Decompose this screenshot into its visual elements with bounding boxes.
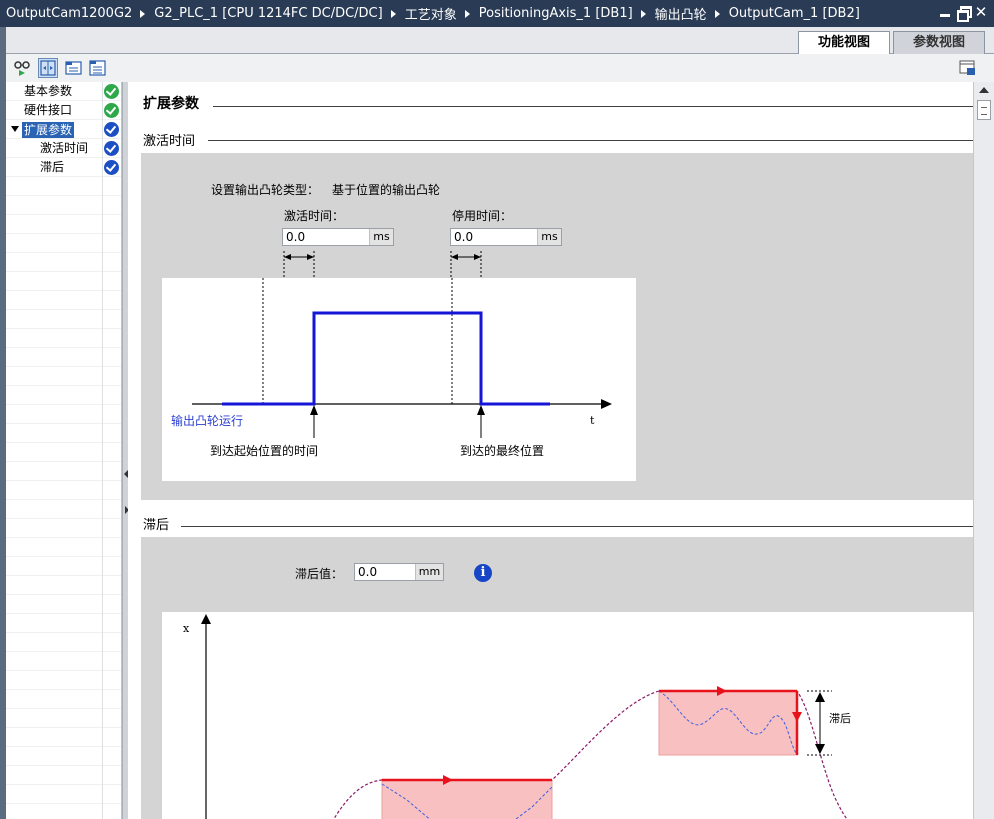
nav-item-label: 滞后 — [40, 160, 65, 174]
nav-item-activation-time[interactable]: 激活时间 — [6, 139, 122, 158]
title-bar: OutputCam1200G2 G2_PLC_1 [CPU 1214FC DC/… — [0, 0, 994, 27]
tab-parameter-view[interactable]: 参数视图 — [893, 31, 985, 54]
breadcrumb-separator-icon — [640, 9, 646, 18]
hysteresis-value-field[interactable]: 0.0 mm — [354, 563, 444, 581]
hysteresis-section-title: 滞后 — [143, 514, 174, 533]
nav-item-label: 硬件接口 — [24, 103, 73, 117]
monitor-glasses-icon[interactable] — [12, 58, 32, 78]
nav-item-label: 基本参数 — [24, 84, 73, 98]
close-icon[interactable]: ✕ — [974, 5, 988, 20]
view-tab-bar: 功能视图 参数视图 — [6, 27, 994, 54]
hysteresis-value-label: 滞后值： — [295, 567, 344, 581]
cam-signal-label: 输出凸轮运行 — [171, 414, 244, 428]
breadcrumb-item[interactable]: PositioningAxis_1 [DB1] — [479, 6, 633, 21]
restore-icon[interactable] — [956, 5, 972, 22]
expand-folder-icon[interactable] — [64, 58, 84, 78]
start-arrow-icon — [310, 405, 318, 415]
chevron-down-icon[interactable] — [11, 126, 19, 132]
nav-item-basic-parameters[interactable]: 基本参数 — [6, 82, 122, 101]
activation-section-title: 激活时间 — [143, 130, 200, 149]
breadcrumb-separator-icon — [714, 9, 720, 18]
navigation-tree: 基本参数 硬件接口 扩展参数 激活时间 滞后 — [6, 82, 122, 819]
status-info-icon — [104, 122, 119, 137]
editor-toolbar — [6, 54, 994, 82]
nav-item-extended-parameters[interactable]: 扩展参数 — [6, 120, 122, 139]
breadcrumb-separator-icon — [140, 9, 146, 18]
breadcrumb-separator-icon — [464, 9, 470, 18]
activation-panel: 设置输出凸轮类型： 基于位置的输出凸轮 激活时间： 0.0 ms 停用时间： 0… — [141, 153, 973, 500]
parameter-content: 扩展参数 激活时间 设置输出凸轮类型： 基于位置的输出凸轮 激活时间： 0.0 … — [128, 82, 973, 819]
window-controls: ✕ — [938, 5, 988, 22]
page-header: 扩展参数 — [128, 89, 973, 113]
position-axis-arrow-icon — [201, 614, 211, 624]
hysteresis-panel: 滞后值： 0.0 mm i x 滞后 — [141, 537, 973, 819]
hysteresis-section-header: 滞后 — [128, 510, 973, 534]
hysteresis-band-low — [381, 779, 553, 819]
status-info-icon — [104, 160, 119, 175]
hysteresis-band-high — [658, 690, 798, 756]
hysteresis-diagram: x 滞后 — [162, 612, 973, 819]
breadcrumb-item[interactable]: OutputCam_1 [DB2] — [729, 6, 860, 21]
page-title: 扩展参数 — [143, 93, 203, 113]
output-cam-editor: OutputCam1200G2 G2_PLC_1 [CPU 1214FC DC/… — [0, 0, 994, 819]
status-info-icon — [104, 141, 119, 156]
cam-signal-line — [222, 311, 550, 406]
scroll-up-icon[interactable] — [979, 87, 989, 93]
scroll-thumb[interactable] — [977, 100, 991, 120]
info-icon[interactable]: i — [474, 564, 492, 582]
status-ok-icon — [104, 103, 119, 118]
nav-item-label: 扩展参数 — [22, 122, 75, 138]
time-offset-arrows — [283, 251, 482, 277]
time-axis-label: t — [590, 414, 595, 427]
position-axis-label: x — [183, 622, 190, 635]
nav-item-label: 激活时间 — [40, 141, 89, 155]
end-position-label: 到达的最终位置 — [460, 444, 545, 458]
tab-function-view[interactable]: 功能视图 — [798, 31, 890, 54]
status-ok-icon — [104, 84, 119, 99]
nav-item-hardware-interface[interactable]: 硬件接口 — [6, 101, 122, 120]
hysteresis-value[interactable]: 0.0 — [355, 564, 415, 580]
hysteresis-unit: mm — [415, 564, 443, 580]
breadcrumb-item[interactable]: 输出凸轮 — [655, 4, 707, 23]
start-position-label: 到达起始位置的时间 — [210, 444, 319, 458]
breadcrumb-item[interactable]: OutputCam1200G2 — [6, 6, 132, 21]
end-arrow-icon — [477, 405, 485, 415]
hysteresis-dimension-label: 滞后 — [829, 712, 851, 725]
layout-settings-icon[interactable] — [958, 58, 978, 78]
activation-section-header: 激活时间 — [128, 126, 973, 150]
navigation-toggle-icon[interactable] — [38, 58, 58, 78]
nav-item-hysteresis[interactable]: 滞后 — [6, 158, 122, 177]
activation-timing-diagram: 输出凸轮运行 t 到达起始位置的时间 到达的最终位置 — [162, 278, 636, 481]
minimize-icon[interactable] — [938, 5, 952, 19]
breadcrumb-separator-icon — [390, 9, 396, 18]
breadcrumb-item[interactable]: 工艺对象 — [405, 4, 457, 23]
breadcrumb-item[interactable]: G2_PLC_1 [CPU 1214FC DC/DC/DC] — [154, 6, 382, 21]
vertical-scrollbar[interactable] — [973, 82, 994, 819]
collapse-folder-icon[interactable] — [88, 58, 108, 78]
time-axis-arrow-icon — [601, 399, 612, 409]
